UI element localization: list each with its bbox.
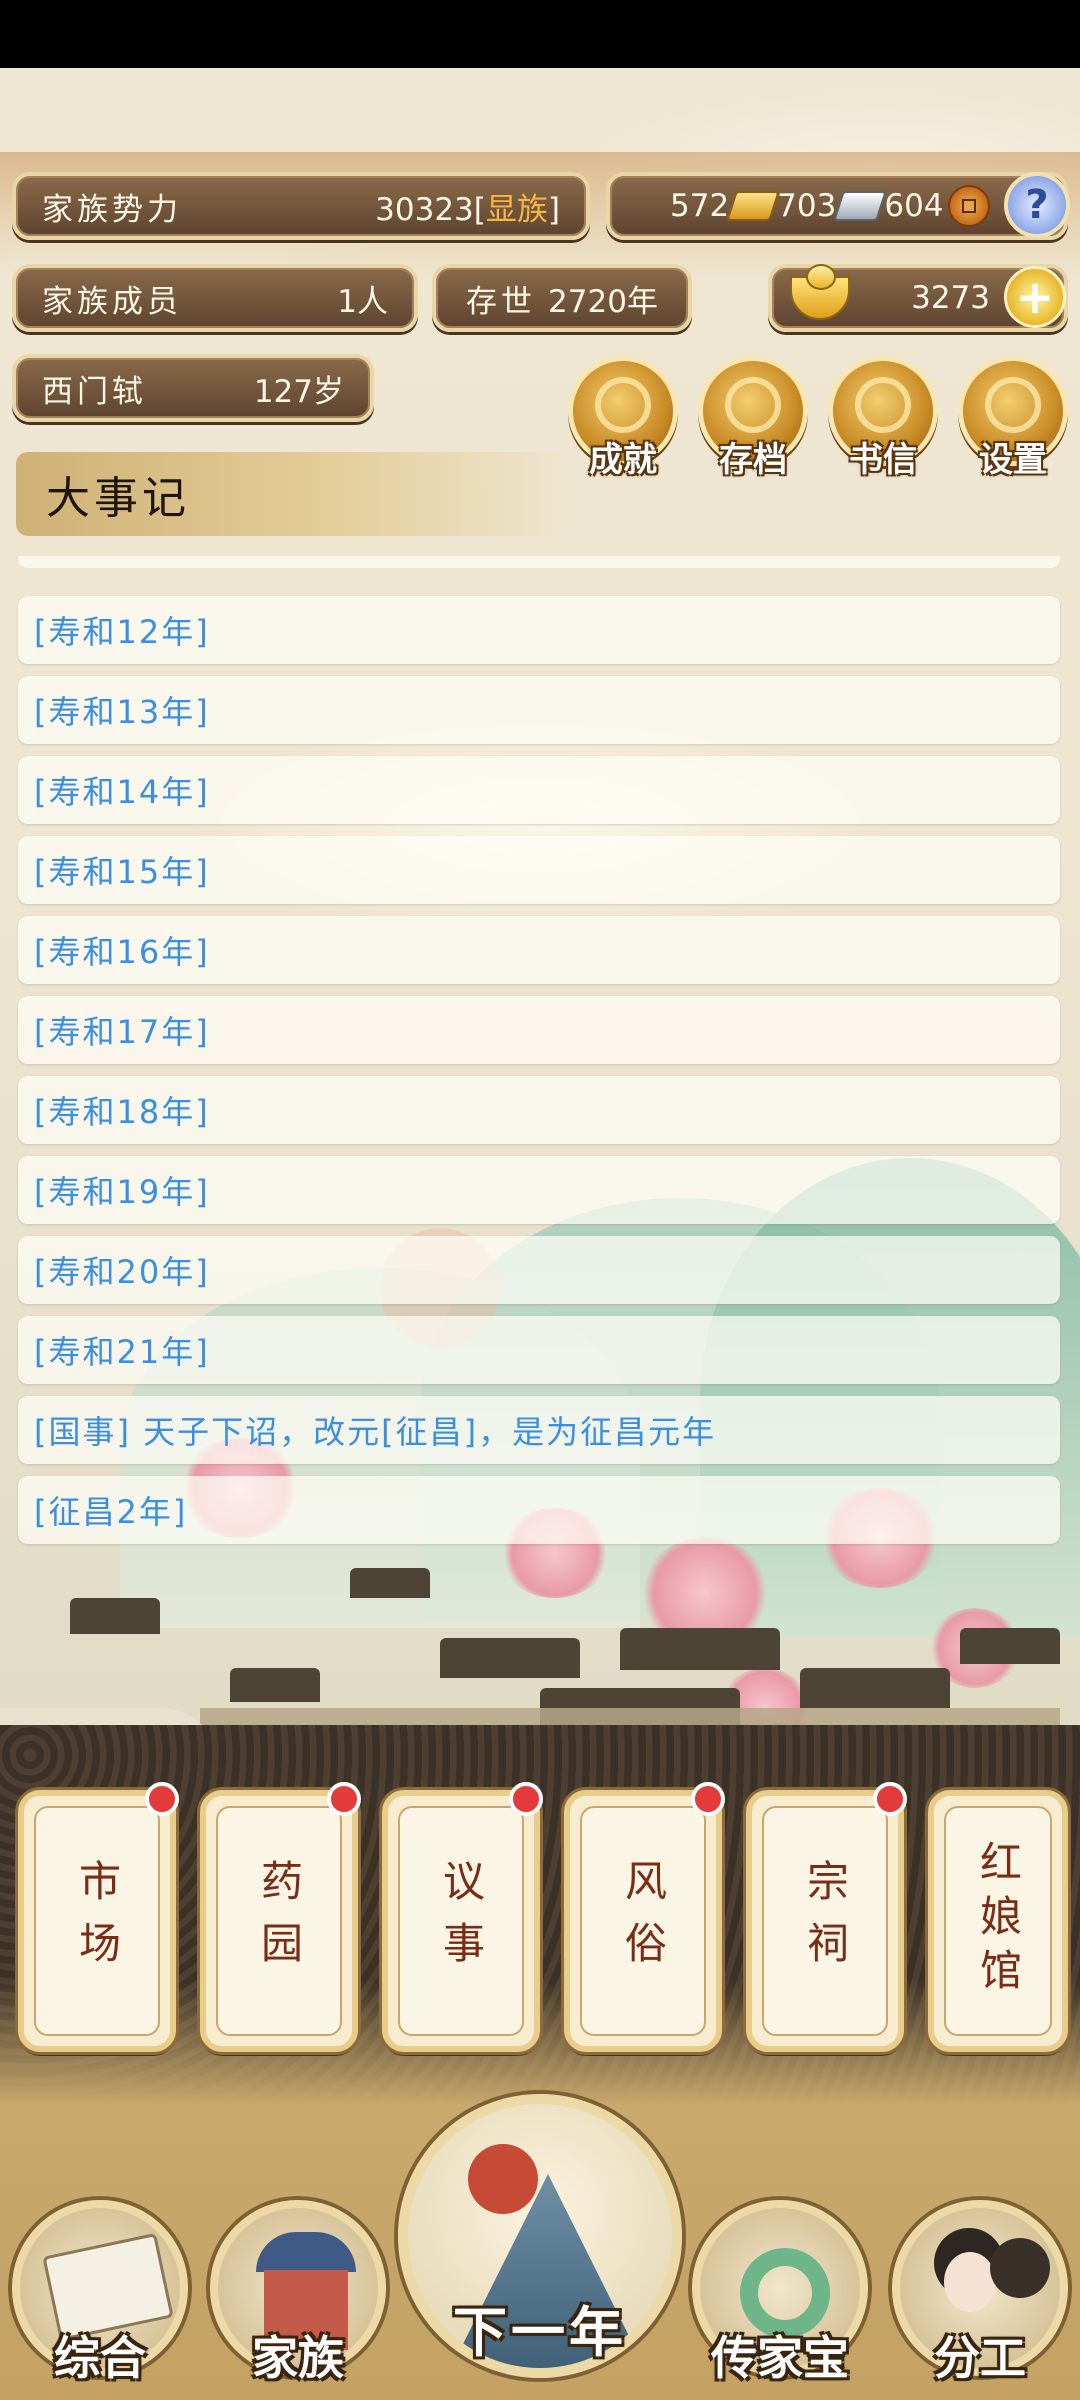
members-label: 家族成员 <box>42 283 182 320</box>
chronicle-entry: [寿和15年] <box>18 836 1060 904</box>
card-inner: 宗祠 <box>762 1806 888 2036</box>
ancestral-hall-card[interactable]: 宗祠 <box>746 1790 904 2052</box>
yuanbao-icon <box>790 264 850 320</box>
copper-coin-icon <box>947 185 990 227</box>
market-label: 市场 <box>72 1859 122 1983</box>
building-roof <box>800 1668 950 1708</box>
chronicle-entry: [寿和19年] <box>18 1156 1060 1224</box>
ancestral-hall-notification-dot <box>873 1782 907 1816</box>
survival-label: 存世 <box>466 283 537 320</box>
family-label: 家族 <box>252 2331 344 2385</box>
ancestral-hall-label: 宗祠 <box>800 1859 850 1983</box>
customs-card[interactable]: 风俗 <box>564 1790 722 2052</box>
clan-rank: 显族 <box>485 191 548 228</box>
chronicle-title: 大事记 <box>16 452 576 536</box>
bracket-close: ] <box>547 191 560 228</box>
building-roof <box>230 1668 320 1702</box>
gate-roof-icon <box>256 2232 356 2272</box>
market-notification-dot <box>145 1782 179 1816</box>
building-roof <box>440 1638 580 1678</box>
building-roof <box>620 1628 780 1670</box>
help-icon: ? <box>1025 182 1049 228</box>
person-hair-icon <box>990 2238 1050 2298</box>
status-bar <box>0 0 1080 68</box>
clan-power-value: 30323[显族] <box>375 184 560 229</box>
sun-icon <box>468 2144 538 2214</box>
survival-panel: 存世 2720年 <box>432 264 692 332</box>
gold-bars-value: 572 <box>670 188 730 224</box>
chronicle-entry: [寿和17年] <box>18 996 1060 1064</box>
survival-value: 2720年 <box>548 283 658 320</box>
building-roof <box>960 1628 1060 1664</box>
building-roof <box>70 1598 160 1634</box>
members-value: 1人 <box>337 283 388 320</box>
letters-label: 书信 <box>849 440 917 480</box>
coins-value: 604 <box>884 188 944 224</box>
herb-garden-label: 药园 <box>254 1859 304 1983</box>
chronicle-entry: [国事] 天子下诏，改元[征昌]，是为征昌元年 <box>18 1396 1060 1464</box>
settings-icon <box>985 377 1041 433</box>
assign-label: 分工 <box>934 2331 1026 2385</box>
card-inner: 市场 <box>34 1806 160 2036</box>
add-yuanbao-button[interactable]: + <box>1004 266 1066 328</box>
leader-age: 127岁 <box>253 373 344 410</box>
herb-garden-card[interactable]: 药园 <box>200 1790 358 2052</box>
currency-panel: 572 703 604 <box>606 172 1068 240</box>
chronicle-entry: [征昌2年] <box>18 1476 1060 1544</box>
chronicle-entry: [寿和16年] <box>18 916 1060 984</box>
yuanbao-value: 3273 <box>911 280 990 316</box>
customs-label: 风俗 <box>618 1859 668 1983</box>
clan-power-label: 家族势力 <box>42 191 182 228</box>
bracket-open: [ <box>473 191 486 228</box>
save-label: 存档 <box>719 440 787 480</box>
leader-panel[interactable]: 西门轼 127岁 <box>12 354 374 422</box>
card-inner: 议事 <box>398 1806 524 2036</box>
card-inner: 红娘馆 <box>944 1806 1052 2036</box>
heirloom-label: 传家宝 <box>711 2331 849 2385</box>
chronicle-entry: [寿和18年] <box>18 1076 1060 1144</box>
chronicle-entry: [寿和14年] <box>18 756 1060 824</box>
help-button[interactable]: ? <box>1004 172 1070 238</box>
herb-garden-notification-dot <box>327 1782 361 1816</box>
card-inner: 风俗 <box>580 1806 706 2036</box>
save-icon <box>725 377 781 433</box>
council-label: 议事 <box>436 1859 486 1983</box>
chronicle-entry: [寿和21年] <box>18 1316 1060 1384</box>
matchmaker-card[interactable]: 红娘馆 <box>928 1790 1068 2052</box>
chronicle-entry: [寿和20年] <box>18 1236 1060 1304</box>
clan-power-number: 30323 <box>375 191 474 228</box>
council-card[interactable]: 议事 <box>382 1790 540 2052</box>
market-card[interactable]: 市场 <box>18 1790 176 2052</box>
building-roof <box>350 1568 430 1598</box>
plus-icon: + <box>1015 270 1055 324</box>
achievement-icon <box>595 377 651 433</box>
chronicle-entry: [寿和13年] <box>18 676 1060 744</box>
achievement-label: 成就 <box>589 440 657 480</box>
letter-icon <box>855 377 911 433</box>
silver-bars-value: 703 <box>777 188 837 224</box>
next-year-label: 下一年 <box>453 2301 627 2364</box>
clan-power-panel: 家族势力 30323[显族] <box>12 172 590 240</box>
silver-bar-icon <box>833 191 888 221</box>
card-inner: 药园 <box>216 1806 342 2036</box>
chronicle-partial-row <box>18 556 1060 568</box>
council-notification-dot <box>509 1782 543 1816</box>
leader-name: 西门轼 <box>42 373 147 410</box>
overview-label: 综合 <box>54 2331 146 2385</box>
members-panel: 家族成员 1人 <box>12 264 418 332</box>
matchmaker-label: 红娘馆 <box>973 1840 1023 2002</box>
settings-label: 设置 <box>979 440 1047 480</box>
chronicle-entry: [寿和12年] <box>18 596 1060 664</box>
gold-bar-icon <box>726 191 781 221</box>
customs-notification-dot <box>691 1782 725 1816</box>
person-face-icon <box>944 2252 996 2312</box>
